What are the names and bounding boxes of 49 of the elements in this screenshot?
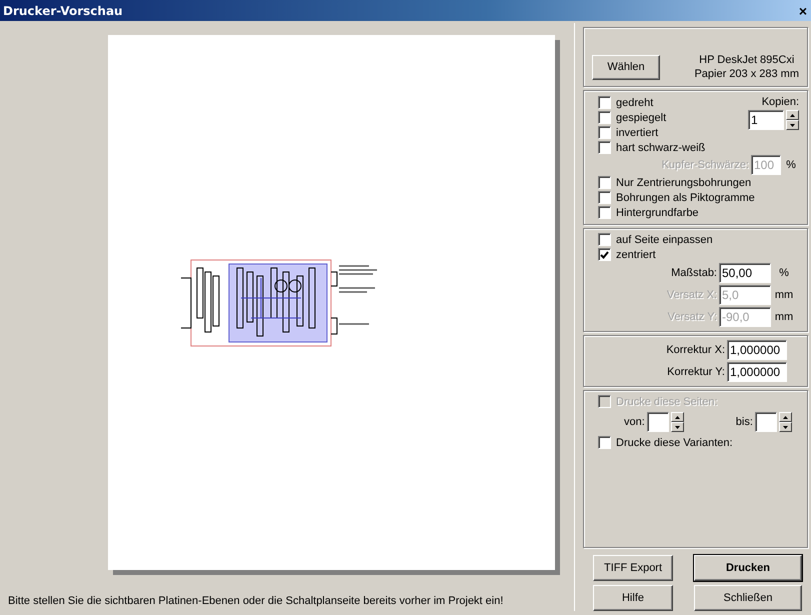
from-label: von: — [624, 416, 645, 428]
to-label: bis: — [736, 416, 753, 428]
unit-label: mm — [774, 289, 794, 301]
checkbox-label: zentriert — [616, 248, 656, 260]
spinner[interactable] — [786, 110, 799, 130]
checkbox-label: hart schwarz-weiß — [616, 142, 706, 154]
field-label: Korrektur X: — [666, 344, 725, 356]
checkbox-label: auf Seite einpassen — [616, 234, 713, 246]
field-label: Korrektur Y: — [667, 366, 725, 378]
copies-label: Kopien: — [762, 96, 799, 108]
checkbox[interactable] — [598, 126, 611, 139]
choose-button[interactable]: Wählen — [592, 54, 660, 80]
checkbox[interactable] — [598, 233, 611, 246]
checkbox[interactable] — [598, 111, 611, 124]
dialog-button[interactable]: Schließen — [694, 585, 802, 611]
spinner[interactable] — [778, 412, 792, 432]
unit-label: mm — [774, 311, 794, 323]
window-title: Drucker-Vorschau — [3, 4, 123, 18]
printer-name: HP DeskJet 895Cxi — [699, 54, 794, 66]
copies-field[interactable]: 1 — [748, 110, 784, 130]
input-field[interactable]: 50,00 — [719, 263, 771, 283]
dialog-button[interactable]: Drucken — [694, 555, 802, 581]
checkbox-label: invertiert — [616, 126, 658, 138]
checkbox[interactable] — [598, 248, 611, 261]
checkbox[interactable] — [598, 141, 611, 154]
input-field[interactable]: 1,000000 — [727, 340, 787, 360]
dialog-button[interactable]: TIFF Export — [593, 555, 673, 581]
unit-label: % — [778, 267, 790, 279]
checkbox-label: Hintergrundfarbe — [616, 206, 699, 218]
dialog-button[interactable]: Hilfe — [593, 585, 673, 611]
checkbox[interactable] — [598, 96, 611, 109]
from-field[interactable] — [646, 412, 669, 432]
checkbox-label: Drucke diese Varianten: — [616, 436, 733, 448]
checkbox[interactable] — [598, 206, 611, 219]
checkbox-label: Nur Zentrierungsbohrungen — [616, 176, 752, 188]
status-text: Bitte stellen Sie die sichtbaren Platinen-Ebenen oder die Schaltplanseite bereits vorher im Projekt ein! — [8, 594, 504, 609]
checkbox-label: gespiegelt — [616, 112, 666, 124]
to-field[interactable] — [754, 412, 777, 432]
field-label: Maßstab: — [671, 267, 717, 279]
close-button[interactable]: × — [798, 2, 807, 18]
checkbox[interactable] — [598, 176, 611, 189]
checkbox[interactable] — [598, 191, 611, 204]
unit-label: % — [785, 159, 797, 171]
input-field[interactable]: 1,000000 — [727, 362, 787, 382]
checkbox-label: gedreht — [616, 96, 654, 108]
checkbox[interactable] — [598, 436, 611, 449]
checkbox-label: Bohrungen als Piktogramme — [616, 192, 755, 204]
spinner[interactable] — [670, 412, 684, 432]
paper-size: Papier 203 x 283 mm — [694, 68, 799, 80]
